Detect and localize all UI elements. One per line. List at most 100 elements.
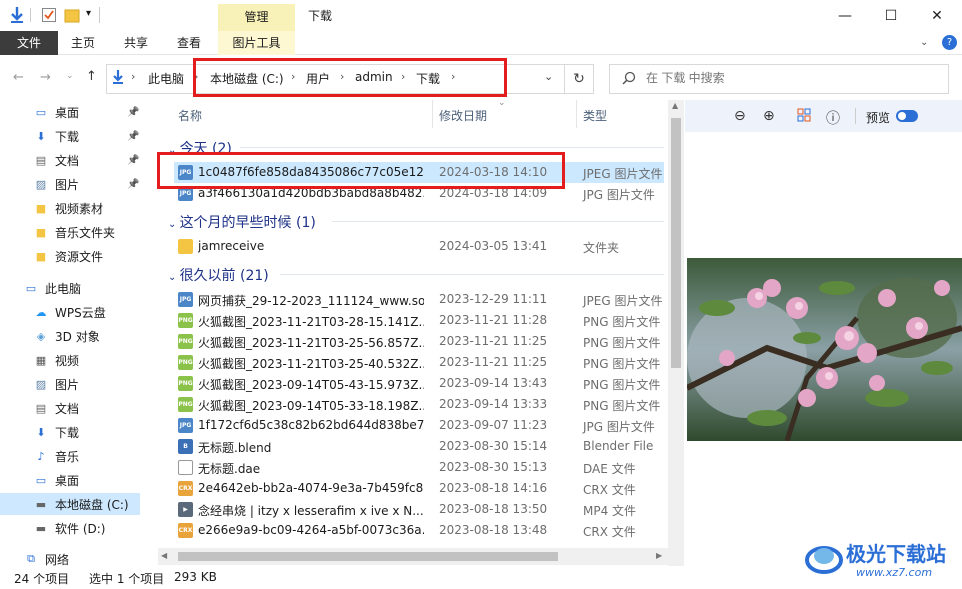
forward-arrow-icon[interactable]: → <box>40 70 51 85</box>
file-row[interactable]: PNG 火狐截图_2023-11-21T03-28-15.141Z... 2023-… <box>174 310 664 331</box>
file-row[interactable]: PNG 火狐截图_2023-09-14T05-43-15.973Z... 2023-… <box>174 373 664 394</box>
sidebar-item[interactable]: ■ 资源文件 <box>0 245 140 267</box>
file-date: 2023-08-18 14:16 <box>439 481 548 495</box>
breadcrumb-this-pc[interactable]: 此电脑 <box>148 70 184 87</box>
refresh-icon: ↻ <box>573 71 585 87</box>
file-row[interactable]: PNG 火狐截图_2023-11-21T03-25-40.532Z... 2023-… <box>174 352 664 373</box>
group-divider <box>332 221 664 222</box>
column-divider[interactable] <box>576 100 577 128</box>
search-input[interactable] <box>646 71 936 85</box>
refresh-button[interactable]: ↻ <box>564 64 594 94</box>
png-icon: PNG <box>178 397 193 412</box>
cube-icon: ◈ <box>36 329 46 343</box>
preview-toggle[interactable] <box>896 110 918 122</box>
sidebar-item[interactable]: ⬇ 下载 <box>0 421 140 443</box>
zoom-out-icon[interactable]: ⊖ <box>734 108 746 124</box>
tab-view[interactable]: 查看 <box>170 31 208 55</box>
download-icon[interactable] <box>10 6 24 24</box>
file-icon <box>178 460 193 475</box>
tab-picture-tools[interactable]: 图片工具 <box>218 31 295 55</box>
sidebar-item[interactable]: ♪ 音乐 <box>0 445 140 467</box>
file-row[interactable]: B 无标题.blend 2023-08-30 15:14 Blender File <box>174 436 664 457</box>
sidebar-item[interactable]: ▬ 软件 (D:) <box>0 517 140 539</box>
sidebar-item-label: 软件 (D:) <box>55 521 106 536</box>
collapse-chevron-icon: ⌄ <box>168 272 180 283</box>
group-header-long-ago[interactable]: ⌄ 很久以前 (21) <box>168 265 269 285</box>
file-row[interactable]: ▶ 念经串烧 | itzy x lesserafim x ive x N... 20… <box>174 499 664 520</box>
sidebar-item[interactable]: ▤ 文档 <box>0 397 140 419</box>
zoom-in-icon[interactable]: ⊕ <box>763 108 775 124</box>
help-circle-icon[interactable]: ⓘ <box>826 108 840 128</box>
up-arrow-icon[interactable]: ↑ <box>86 69 97 84</box>
png-icon: PNG <box>178 334 193 349</box>
selection-count: 选中 1 个项目 <box>89 572 165 586</box>
scrollbar-thumb[interactable] <box>178 552 558 561</box>
back-arrow-icon[interactable]: ← <box>13 70 24 85</box>
sidebar-item[interactable]: ▤ 文档 📌 <box>0 149 140 171</box>
png-icon: PNG <box>178 355 193 370</box>
scroll-right-icon[interactable]: ▶ <box>656 551 662 560</box>
sidebar-item[interactable]: ⬇ 下载 📌 <box>0 125 140 147</box>
file-type: CRX 文件 <box>583 483 636 497</box>
file-row[interactable]: JPG 网页捕获_29-12-2023_111124_www.so... 2023-… <box>174 289 664 310</box>
file-name: 念经串烧 | itzy x lesserafim x ive x N... <box>198 504 424 518</box>
address-dropdown-chevron-icon[interactable]: ⌄ <box>544 70 553 83</box>
file-type: PNG 图片文件 <box>583 336 661 350</box>
column-header-name[interactable]: 名称 <box>178 107 202 124</box>
maximize-button[interactable]: ☐ <box>868 0 914 31</box>
file-row[interactable]: CRX 2e4642eb-bb2a-4074-9e3a-7b459fc8... 20… <box>174 478 664 499</box>
expand-ribbon-icon[interactable]: ⌄ <box>920 37 928 48</box>
minimize-button[interactable]: — <box>822 0 868 31</box>
tab-home[interactable]: 主页 <box>64 31 102 55</box>
sidebar-item[interactable]: ▭ 桌面 📌 <box>0 101 140 123</box>
file-row[interactable]: PNG 火狐截图_2023-09-14T05-33-18.198Z... 2023-… <box>174 394 664 415</box>
recent-locations-chevron-icon[interactable]: ⌄ <box>66 71 74 81</box>
scroll-up-icon[interactable]: ▲ <box>672 101 678 110</box>
column-divider[interactable] <box>432 100 433 128</box>
drive-icon: ▬ <box>35 521 47 535</box>
file-name: e266e9a9-bc09-4264-a5bf-0073c36a... <box>198 523 424 537</box>
sidebar-item[interactable]: ▨ 图片 📌 <box>0 173 140 195</box>
file-list-horizontal-scrollbar[interactable]: ◀ ▶ <box>158 548 668 565</box>
watermark-title: 极光下载站 <box>846 542 946 566</box>
sidebar-item[interactable]: ■ 音乐文件夹 <box>0 221 140 243</box>
file-date: 2023-11-21 11:25 <box>439 334 548 348</box>
tab-share[interactable]: 共享 <box>117 31 155 55</box>
folder-icon: ■ <box>35 201 47 215</box>
scroll-left-icon[interactable]: ◀ <box>161 551 167 560</box>
jpeg-icon: JPG <box>178 292 193 307</box>
scrollbar-thumb[interactable] <box>671 118 681 368</box>
file-row[interactable]: JPG 1f172cf6d5c38c82b62bd644d838be7... 202… <box>174 415 664 436</box>
file-type: PNG 图片文件 <box>583 378 661 392</box>
sidebar-item[interactable]: ▭ 此电脑 <box>0 277 140 299</box>
help-icon[interactable]: ? <box>942 35 957 50</box>
sidebar-item[interactable]: ▬ 本地磁盘 (C:) <box>0 493 140 515</box>
file-row[interactable]: jamreceive 2024-03-05 13:41 文件夹 <box>174 236 664 257</box>
close-button[interactable]: ✕ <box>914 0 960 31</box>
column-header-type[interactable]: 类型 <box>583 107 607 124</box>
new-folder-icon[interactable] <box>64 7 80 25</box>
file-list-vertical-scrollbar[interactable]: ▲ <box>668 100 684 566</box>
sidebar-item[interactable]: ◈ 3D 对象 <box>0 325 140 347</box>
picture-icon: ▨ <box>35 377 47 391</box>
sidebar-item[interactable]: ☁ WPS云盘 <box>0 301 140 323</box>
file-date: 2023-09-14 13:43 <box>439 376 548 390</box>
file-row[interactable]: 无标题.dae 2023-08-30 15:13 DAE 文件 <box>174 457 664 478</box>
file-type: PNG 图片文件 <box>583 315 661 329</box>
sidebar-item[interactable]: ▦ 视频 <box>0 349 140 371</box>
file-date: 2023-08-30 15:13 <box>439 460 548 474</box>
file-row[interactable]: CRX e266e9a9-bc09-4264-a5bf-0073c36a... 20… <box>174 520 664 541</box>
customize-chevron-icon[interactable]: ▾ <box>86 8 91 26</box>
tab-file[interactable]: 文件 <box>0 31 58 55</box>
grid-icon[interactable] <box>797 108 811 126</box>
manage-context-tab[interactable]: 管理 <box>218 4 295 31</box>
search-box[interactable] <box>609 64 949 94</box>
sidebar-item[interactable]: ▭ 桌面 <box>0 469 140 491</box>
file-row[interactable]: PNG 火狐截图_2023-11-21T03-25-56.857Z... 2023-… <box>174 331 664 352</box>
sidebar-item[interactable]: ■ 视频素材 <box>0 197 140 219</box>
column-header-date[interactable]: 修改日期 <box>439 107 487 124</box>
group-header-this-month[interactable]: ⌄ 这个月的早些时候 (1) <box>168 212 316 232</box>
properties-icon[interactable] <box>41 7 57 25</box>
sidebar-item[interactable]: ▨ 图片 <box>0 373 140 395</box>
item-count: 24 个项目 <box>14 572 70 586</box>
